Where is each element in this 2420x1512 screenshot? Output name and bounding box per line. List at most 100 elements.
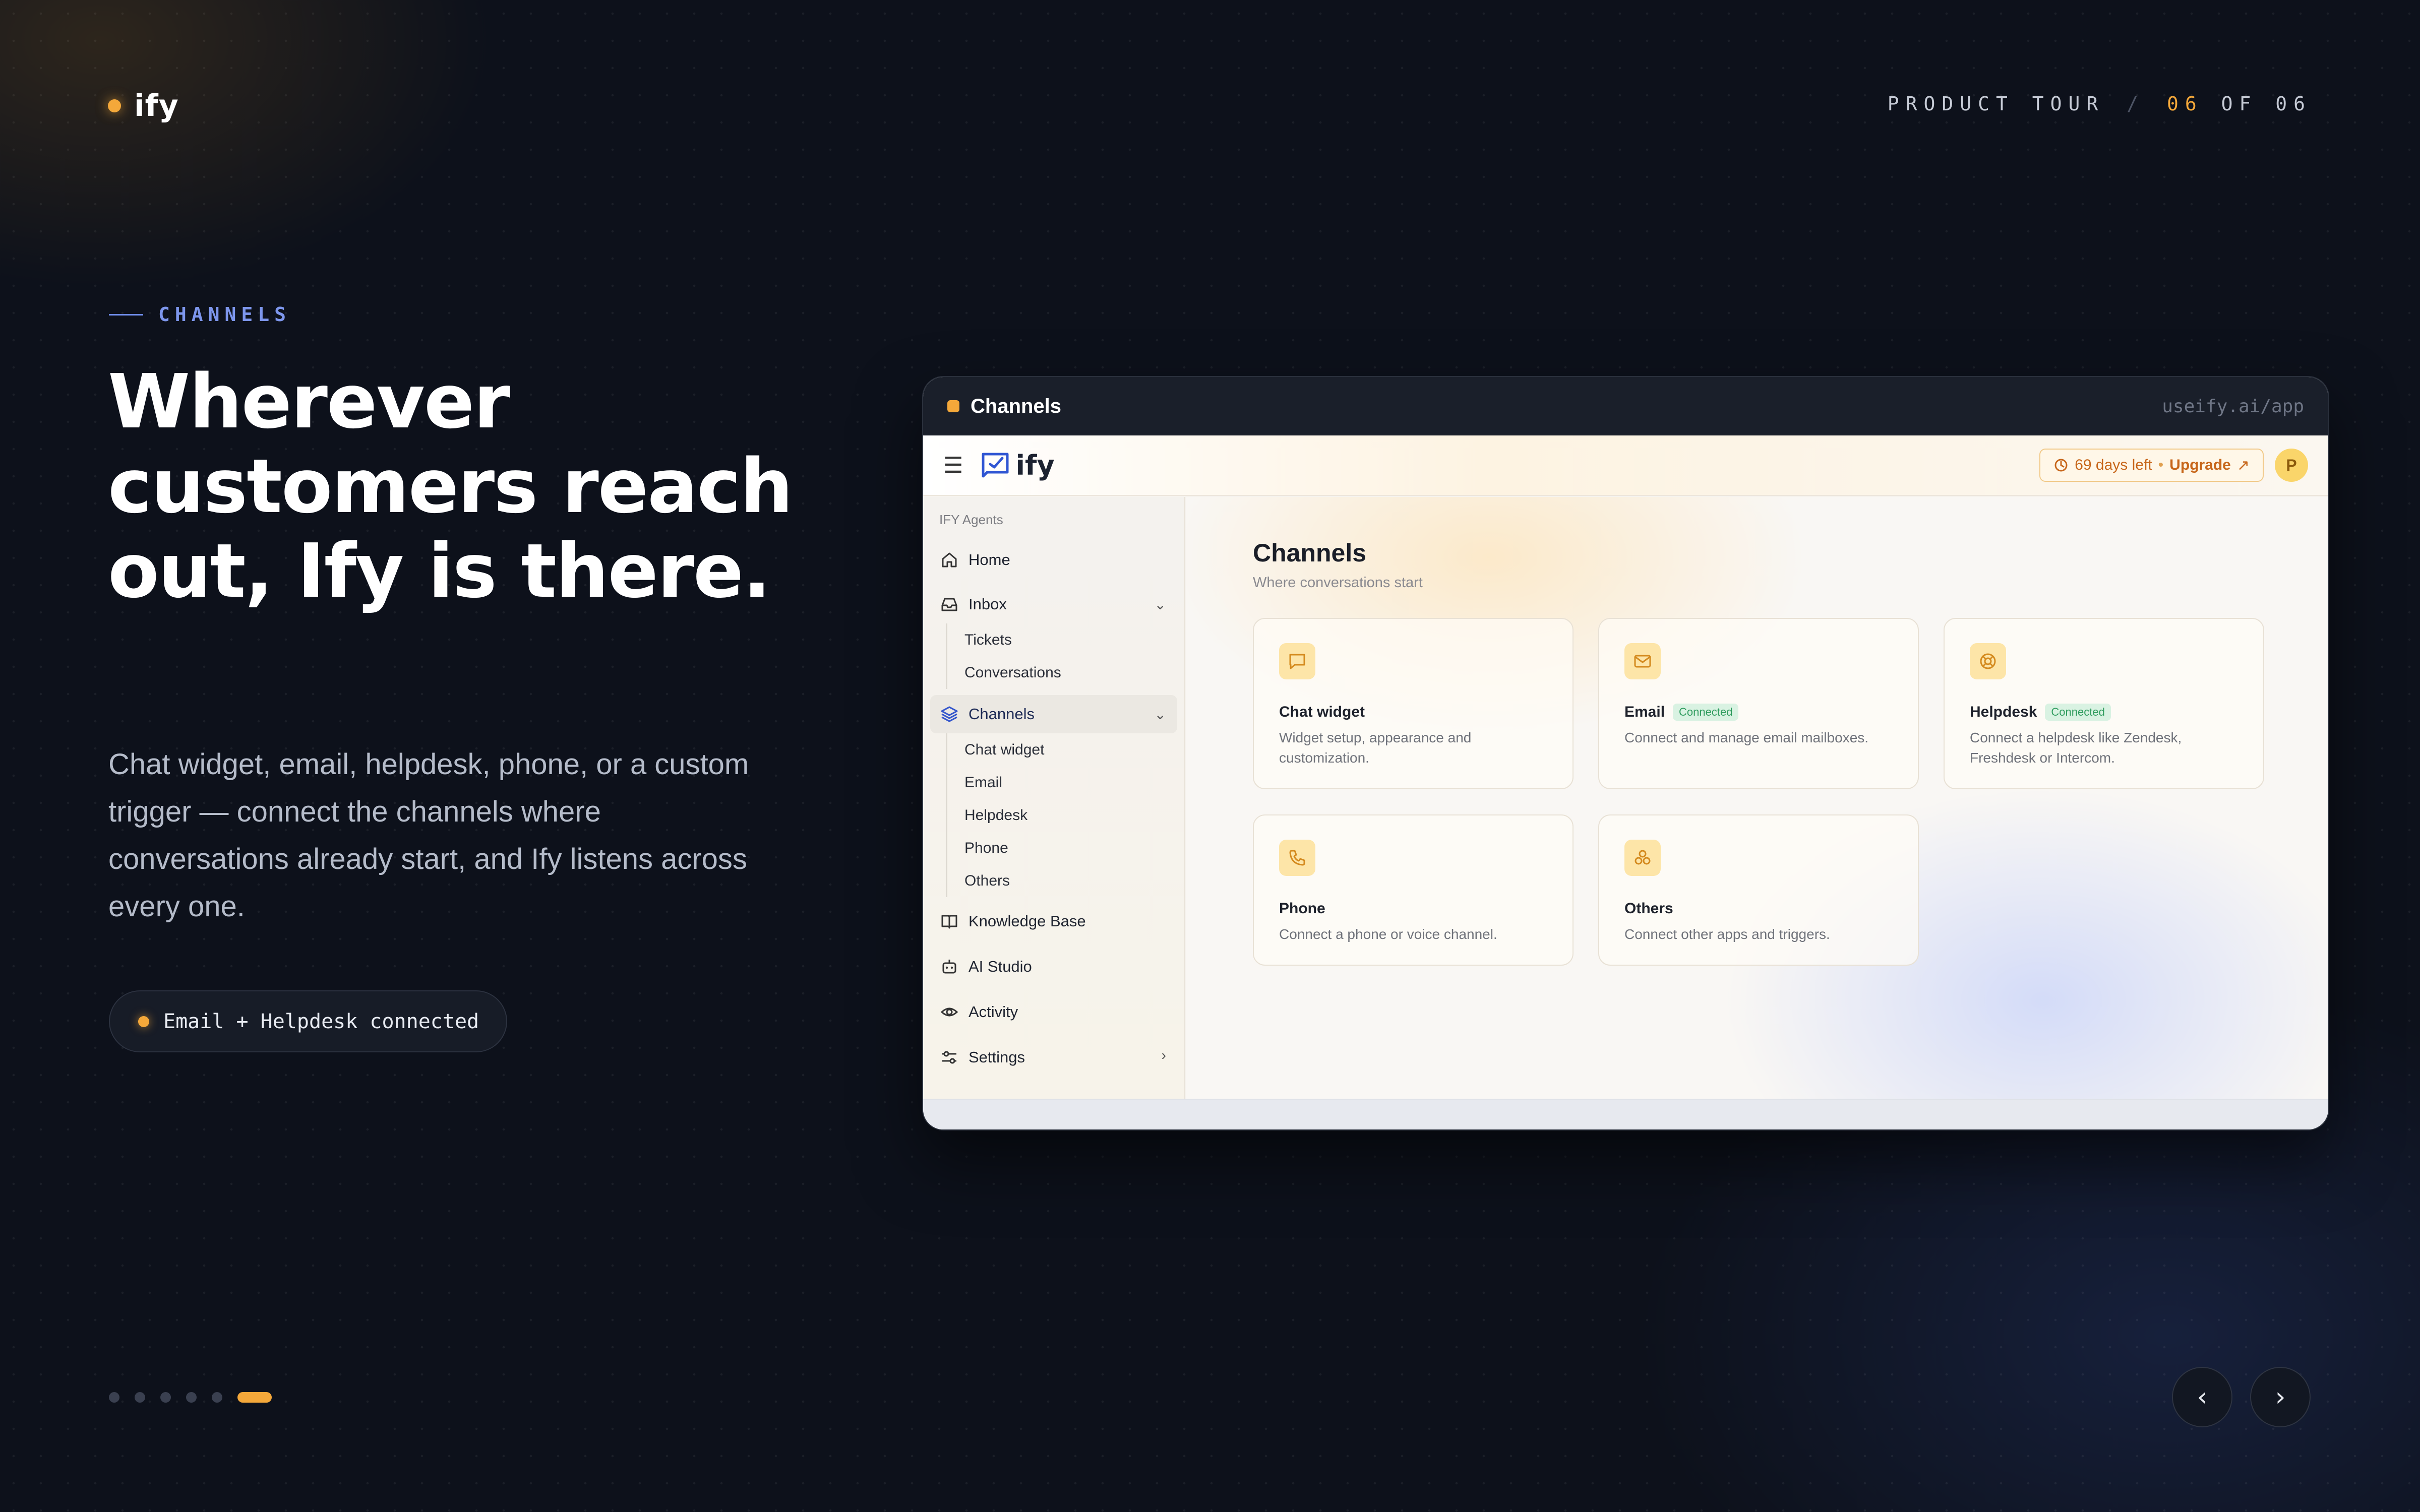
sidebar-item-label: Inbox [969, 595, 1007, 613]
channel-card-others[interactable]: Others Connect other apps and triggers. [1598, 814, 1919, 966]
tour-total: OF 06 [2221, 93, 2312, 115]
status-badge: Connected [1673, 704, 1739, 721]
sidebar-item-knowledge-base[interactable]: Knowledge Base [930, 902, 1177, 940]
main-content: Channels Where conversations start Chat … [1186, 497, 2328, 1100]
app-logo-text: ify [1015, 449, 1055, 481]
user-avatar[interactable]: P [2275, 449, 2308, 482]
eyebrow-label: CHANNELS [158, 303, 291, 326]
card-title: Phone [1279, 900, 1325, 917]
section-eyebrow: CHANNELS [109, 303, 291, 326]
chevron-down-icon[interactable]: ⌄ [1155, 706, 1166, 723]
pagination-dot[interactable] [160, 1392, 171, 1403]
chevron-right-icon: › [2275, 1382, 2286, 1412]
card-description: Connect a helpdesk like Zendesk, Freshde… [1970, 730, 2182, 766]
slide-pagination [109, 1392, 272, 1403]
card-title: Others [1624, 900, 1673, 917]
channel-card-chat-widget[interactable]: Chat widget Widget setup, appearance and… [1253, 618, 1574, 789]
app-logo[interactable]: ify [980, 449, 1055, 481]
status-pill-label: Email + Helpdesk connected [163, 1010, 479, 1033]
previous-slide-button[interactable]: ‹ [2172, 1367, 2232, 1427]
sidebar-subitem-chat-widget[interactable]: Chat widget [946, 733, 1184, 766]
card-title: Chat widget [1279, 704, 1365, 720]
tour-label: PRODUCT TOUR [1887, 93, 2105, 115]
book-icon [939, 911, 959, 931]
chevron-down-icon[interactable]: ⌄ [1155, 596, 1166, 613]
app-header: ☰ ify 69 days left • Upgrade ↗ P [923, 435, 2328, 496]
sidebar-subitem-others[interactable]: Others [946, 864, 1184, 897]
channel-card-phone[interactable]: Phone Connect a phone or voice channel. [1253, 814, 1574, 966]
card-title: Helpdesk [1970, 704, 2037, 720]
sidebar-item-home[interactable]: Home [930, 541, 1177, 579]
lifebuoy-icon [1970, 643, 2006, 679]
brand-logo[interactable]: ify [108, 88, 179, 123]
robot-icon [939, 957, 959, 977]
card-description: Connect other apps and triggers. [1624, 926, 1830, 942]
chat-bubble-icon [1279, 643, 1315, 679]
pagination-dot[interactable] [135, 1392, 145, 1403]
sidebar-item-ai-studio[interactable]: AI Studio [930, 948, 1177, 986]
clock-icon [2054, 459, 2068, 472]
window-footer [923, 1099, 2328, 1129]
upgrade-link[interactable]: Upgrade [2169, 457, 2231, 474]
next-slide-button[interactable]: › [2250, 1367, 2311, 1427]
hero-headline: Wherever customers reach out, Ify is the… [108, 358, 793, 614]
sidebar-subitem-helpdesk[interactable]: Helpdesk [946, 799, 1184, 832]
sidebar-item-activity[interactable]: Activity [930, 993, 1177, 1031]
brand-dot-icon [108, 99, 121, 112]
sidebar-section-label: IFY Agents [939, 512, 1003, 527]
sliders-icon [939, 1047, 959, 1067]
logo-flag-icon [982, 453, 1009, 478]
sidebar-item-settings[interactable]: Settings › [930, 1038, 1177, 1077]
pagination-dot-active[interactable] [237, 1392, 272, 1403]
trial-text: 69 days left [2075, 457, 2152, 473]
chevron-right-icon[interactable]: › [1162, 1047, 1166, 1063]
sidebar-subitem-phone[interactable]: Phone [946, 832, 1184, 864]
channel-card-helpdesk[interactable]: Helpdesk Connected Connect a helpdesk li… [1944, 618, 2264, 789]
eyebrow-line [109, 313, 143, 316]
sidebar-item-inbox[interactable]: Inbox ⌄ [930, 585, 1177, 623]
inbox-icon [939, 594, 959, 614]
pagination-dot[interactable] [109, 1392, 119, 1403]
sidebar-subitem-email[interactable]: Email [946, 766, 1184, 799]
status-badge: Connected [2045, 704, 2111, 721]
pagination-dot[interactable] [186, 1392, 197, 1403]
card-description: Connect and manage email mailboxes. [1624, 730, 1869, 745]
sidebar-item-channels[interactable]: Channels ⌄ [930, 695, 1177, 733]
apps-icon [1624, 840, 1661, 876]
sidebar-subitem-tickets[interactable]: Tickets [946, 623, 1184, 656]
layers-icon [939, 704, 959, 724]
tour-separator: / [2127, 93, 2145, 115]
phone-icon [1279, 840, 1315, 876]
tour-counter: PRODUCT TOUR / 06 OF 06 [1888, 93, 2312, 115]
sidebar-item-label: Knowledge Base [969, 912, 1086, 930]
eye-icon [939, 1002, 959, 1022]
card-description: Connect a phone or voice channel. [1279, 926, 1497, 942]
app-window: Channels useify.ai/app ☰ ify 69 days lef… [922, 376, 2329, 1130]
window-title: Channels [971, 395, 1062, 417]
sidebar-item-label: Home [969, 551, 1010, 569]
status-pill: Email + Helpdesk connected [109, 990, 508, 1052]
pagination-dot[interactable] [212, 1392, 222, 1403]
status-dot-icon [138, 1016, 149, 1027]
menu-icon[interactable]: ☰ [943, 453, 963, 478]
trial-badge[interactable]: 69 days left • Upgrade ↗ [2039, 449, 2264, 482]
home-icon [939, 550, 959, 570]
page-subtitle: Where conversations start [1253, 575, 1423, 591]
sidebar-item-label: AI Studio [969, 958, 1032, 975]
window-titlebar: Channels useify.ai/app [923, 377, 2328, 435]
trial-separator: • [2158, 457, 2164, 473]
brand-name: ify [134, 88, 179, 123]
hero-subtext: Chat widget, email, helpdesk, phone, or … [108, 748, 749, 923]
channel-card-email[interactable]: Email Connected Connect and manage email… [1598, 618, 1919, 789]
window-url: useify.ai/app [2162, 396, 2304, 417]
sidebar-item-label: Activity [969, 1003, 1018, 1021]
sidebar-item-label: Channels [969, 705, 1035, 723]
mail-icon [1624, 643, 1661, 679]
sidebar-item-label: Settings [969, 1048, 1025, 1066]
app-sidebar: IFY Agents Home Inbox ⌄ Tickets Conversa… [923, 497, 1185, 1100]
chevron-left-icon: ‹ [2197, 1382, 2208, 1412]
card-description: Widget setup, appearance and customizati… [1279, 730, 1472, 766]
window-dot-icon [947, 400, 959, 412]
page-title: Channels [1253, 539, 1367, 567]
sidebar-subitem-conversations[interactable]: Conversations [946, 656, 1184, 689]
